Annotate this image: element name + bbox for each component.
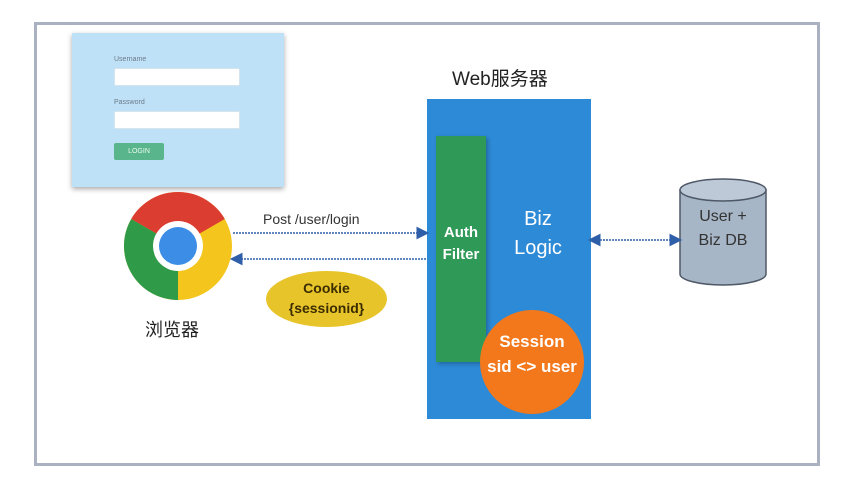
request-label: Post /user/login	[263, 211, 360, 227]
cookie-ellipse: Cookie {sessionid}	[266, 271, 387, 327]
cookie-label-1: Cookie	[303, 280, 350, 296]
cookie-label-2: {sessionid}	[288, 300, 365, 316]
connector-arrows	[229, 226, 683, 266]
